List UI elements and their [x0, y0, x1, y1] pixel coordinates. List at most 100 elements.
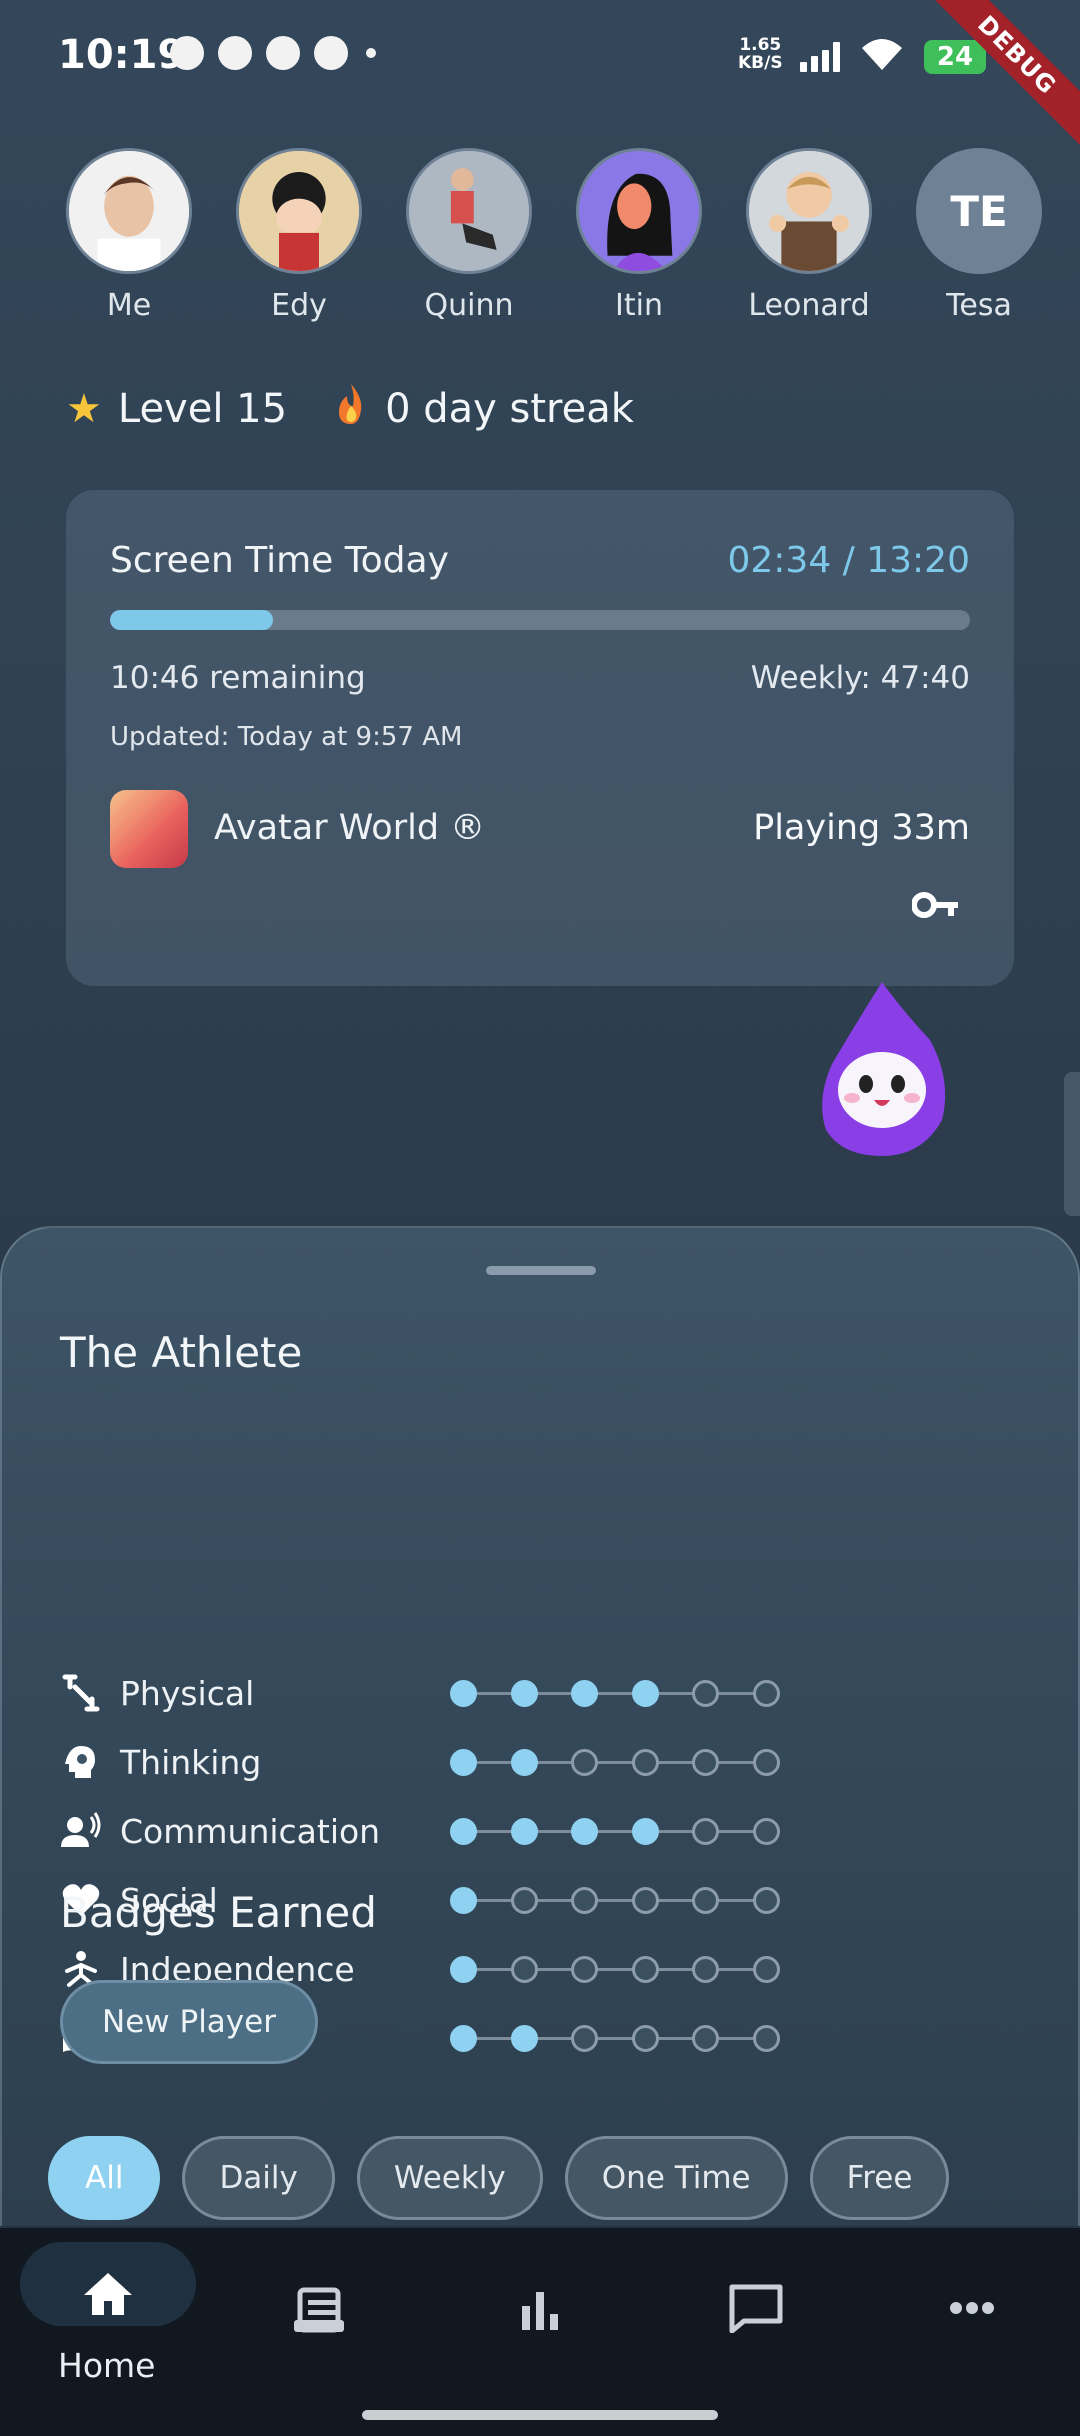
scroll-handle[interactable] — [1064, 1072, 1080, 1216]
skill-row-thinking: Thinking — [60, 1737, 820, 1787]
profile-bottom-sheet: The Athlete Physical Thinking Communicatio… — [0, 1226, 1080, 2226]
filter-all[interactable]: All — [48, 2136, 161, 2220]
gesture-bar[interactable] — [362, 2410, 718, 2420]
bottom-navigation: Home — [0, 2228, 1080, 2436]
skill-level-indicator — [450, 1677, 780, 1709]
skill-level-dot — [692, 1887, 719, 1914]
notification-icons — [170, 36, 376, 70]
network-speed: 1.65 KB/S — [738, 36, 783, 72]
screen-time-card[interactable]: Screen Time Today 02:34 / 13:20 10:46 re… — [66, 490, 1014, 986]
status-bar: 10:19 1.65 KB/S 24 DEBUG — [0, 0, 1080, 157]
avatar-name: Tesa — [946, 288, 1012, 323]
avatar — [576, 148, 702, 274]
skill-level-dot — [571, 1956, 598, 1983]
skill-level-dot — [631, 2025, 659, 2052]
filter-one-time[interactable]: One Time — [564, 2136, 788, 2220]
skill-level-dot — [752, 2025, 780, 2052]
avatar-initials: TE — [916, 148, 1042, 274]
physical-icon — [60, 1672, 102, 1714]
skill-level-dot — [571, 1680, 598, 1707]
avatar-name: Me — [106, 288, 152, 323]
wifi-icon — [862, 39, 902, 70]
stats-icon[interactable] — [510, 2280, 570, 2340]
skill-level-dot — [510, 1680, 538, 1707]
weekly-total: Weekly: 47:40 — [750, 660, 970, 696]
avatar — [746, 148, 872, 274]
time-remaining: 10:46 remaining — [110, 660, 366, 696]
debug-banner: DEBUG — [915, 0, 1080, 157]
skill-level-dot — [692, 2025, 719, 2052]
mascot-ghost-icon[interactable] — [812, 980, 952, 1160]
avatar-edy[interactable]: Edy — [214, 148, 384, 323]
skill-level-dot — [631, 1887, 659, 1914]
avatar-name: Leonard — [748, 288, 870, 323]
more-notifications-icon — [366, 48, 376, 58]
skill-level-dot — [571, 1749, 598, 1776]
thinking-icon — [60, 1741, 102, 1783]
more-icon[interactable] — [942, 2278, 1002, 2338]
skill-level-dot — [450, 1680, 477, 1707]
streak-text: 0 day streak — [385, 386, 634, 432]
avatar-tesa[interactable]: TE Tesa — [894, 148, 1064, 323]
progress-fill — [110, 610, 274, 630]
whatsapp-icon — [218, 36, 252, 70]
app-notification-icon — [170, 36, 204, 70]
receipt-icon[interactable] — [290, 2280, 350, 2340]
signal-icon — [800, 40, 840, 72]
level-streak-row: ★ Level 15 0 day streak — [66, 382, 634, 436]
communication-icon — [60, 1810, 102, 1852]
updated-timestamp: Updated: Today at 9:57 AM — [110, 722, 463, 752]
skill-level-dot — [631, 1680, 659, 1707]
skill-level-dot — [692, 1680, 719, 1707]
skill-level-indicator — [450, 1953, 780, 1985]
filter-free[interactable]: Free — [809, 2136, 950, 2220]
avatar-itin[interactable]: Itin — [554, 148, 724, 323]
avatar-name: Quinn — [424, 288, 514, 323]
avatar — [66, 148, 192, 274]
skill-level-dot — [510, 1749, 538, 1776]
skill-level-dot — [510, 2025, 538, 2052]
skill-label: Communication — [120, 1811, 381, 1851]
fire-icon — [333, 382, 369, 436]
level-text: Level 15 — [117, 386, 288, 432]
net-speed-unit: KB/S — [738, 53, 783, 73]
home-icon[interactable] — [78, 2264, 138, 2324]
key-icon[interactable] — [912, 890, 960, 920]
skill-level-indicator — [450, 1884, 780, 1916]
skill-label: Physical — [120, 1673, 255, 1713]
discord-icon — [266, 36, 300, 70]
badges-title: Badges Earned — [60, 1888, 377, 1937]
chat-icon[interactable] — [726, 2278, 786, 2338]
avatar-leonard[interactable]: Leonard — [724, 148, 894, 323]
net-speed-value: 1.65 — [739, 35, 782, 55]
star-icon: ★ — [66, 386, 102, 432]
skill-level-indicator — [450, 2022, 780, 2054]
skill-level-dot — [692, 1749, 719, 1776]
filter-chips: All Daily Weekly One Time Free — [48, 2136, 950, 2220]
skill-level-dot — [571, 1818, 598, 1845]
filter-daily[interactable]: Daily — [182, 2136, 335, 2220]
skill-level-dot — [571, 2025, 598, 2052]
screen-time-progress-bar — [110, 610, 970, 630]
skill-label: Thinking — [120, 1742, 262, 1782]
avatar-me[interactable]: Me — [44, 148, 214, 323]
avatar — [236, 148, 362, 274]
badge-new-player[interactable]: New Player — [60, 1980, 318, 2064]
current-app-name: Avatar World ® — [214, 808, 486, 848]
filter-weekly[interactable]: Weekly — [356, 2136, 543, 2220]
skill-level-dot — [450, 2025, 477, 2052]
sheet-drag-handle[interactable] — [486, 1266, 596, 1275]
skill-level-dot — [752, 1887, 780, 1914]
avatar-name: Edy — [271, 288, 327, 323]
status-time: 10:19 — [58, 32, 186, 78]
skill-level-dot — [631, 1749, 659, 1776]
skill-level-dot — [450, 1749, 477, 1776]
family-avatar-row: Me Edy Quinn Itin Leonard TE Tesa — [0, 148, 1080, 338]
app-icon — [110, 790, 188, 868]
avatar-name: Itin — [615, 288, 663, 323]
avatar-quinn[interactable]: Quinn — [384, 148, 554, 323]
skill-level-dot — [510, 1887, 538, 1914]
skill-level-dot — [752, 1680, 780, 1707]
battery-icon: 24 — [924, 40, 986, 74]
playing-duration: Playing 33m — [753, 808, 970, 848]
